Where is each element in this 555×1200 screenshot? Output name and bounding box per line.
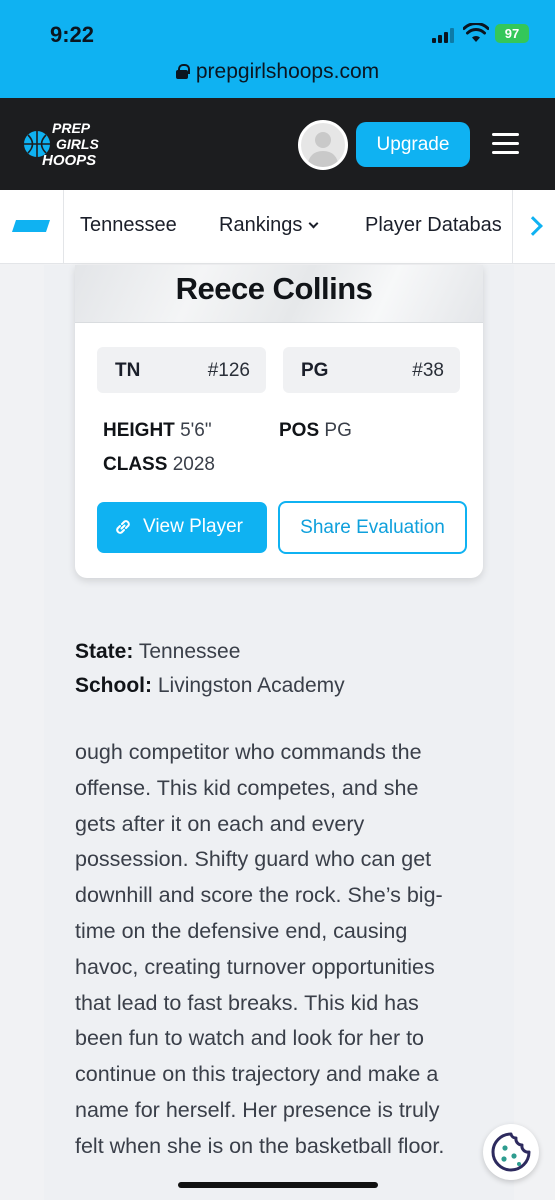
evaluation-line: been fun to watch and look for her to xyxy=(75,1026,425,1051)
pos-label: POS xyxy=(279,420,320,441)
state-value: Tennessee xyxy=(138,640,241,663)
cookie-icon xyxy=(491,1132,531,1172)
nav-scroll-right-icon[interactable] xyxy=(512,190,555,263)
school-label: School: xyxy=(75,674,152,697)
section-nav: Tennessee Rankings Player Databas xyxy=(0,190,555,264)
evaluation-line: gets after it on each and every xyxy=(75,811,365,836)
user-avatar[interactable] xyxy=(298,120,348,170)
school-value: Livingston Academy xyxy=(157,674,345,697)
nav-item-rankings-label: Rankings xyxy=(219,214,303,236)
prep-girls-hoops-logo[interactable]: PREP GIRLS HOOPS xyxy=(22,118,110,170)
class-label: CLASS xyxy=(103,454,168,475)
status-time: 9:22 xyxy=(50,22,95,47)
state-rank-value: #126 xyxy=(207,360,250,381)
height-label: HEIGHT xyxy=(103,420,175,441)
address-bar[interactable]: prepgirlshoops.com xyxy=(0,60,555,84)
evaluation-line: havoc, creating turnover opportunities xyxy=(75,954,435,979)
menu-icon[interactable] xyxy=(492,133,519,155)
evaluation-text: ough competitor who commands the offense… xyxy=(75,735,475,1165)
link-icon xyxy=(116,520,130,534)
browser-top-bar: 9:22 97 prepgirlshoops.com xyxy=(0,0,555,98)
battery-icon: 97 xyxy=(495,24,529,43)
state-row: State: Tennessee xyxy=(75,640,240,664)
evaluation-line: name for herself. Her presence is truly xyxy=(75,1097,440,1122)
height-value: 5'6" xyxy=(180,420,212,441)
cookie-settings-button[interactable] xyxy=(483,1124,539,1180)
wifi-icon xyxy=(463,23,489,42)
lock-icon xyxy=(175,64,190,79)
state-rank-badge: TN #126 xyxy=(97,347,266,393)
evaluation-line: time on the defensive end, causing xyxy=(75,918,408,943)
class-value: 2028 xyxy=(172,454,215,475)
pos-value: PG xyxy=(324,420,352,441)
state-rank-label: TN xyxy=(115,360,141,381)
position-rank-value: #38 xyxy=(412,360,444,381)
view-player-label: View Player xyxy=(143,516,243,537)
player-card: Reece Collins TN #126 PG #38 HEIGHT 5'6"… xyxy=(75,265,483,578)
svg-text:PREP: PREP xyxy=(52,120,91,136)
upgrade-button[interactable]: Upgrade xyxy=(356,122,470,167)
home-indicator xyxy=(178,1182,378,1188)
chevron-down-icon xyxy=(308,218,319,229)
url-text: prepgirlshoops.com xyxy=(195,60,380,83)
class-info: CLASS 2028 xyxy=(103,454,215,476)
nav-item-tennessee[interactable]: Tennessee xyxy=(80,214,177,237)
evaluation-line: ough competitor who commands the xyxy=(75,740,422,764)
nav-divider xyxy=(63,190,64,263)
evaluation-line: downhill and score the rock. She’s big- xyxy=(75,883,443,908)
cellular-signal-icon xyxy=(432,27,454,43)
evaluation-line: offense. This kid competes, and she xyxy=(75,775,419,800)
school-row: School: Livingston Academy xyxy=(75,674,345,698)
height-info: HEIGHT 5'6" xyxy=(103,420,212,442)
site-header: PREP GIRLS HOOPS xyxy=(0,98,555,190)
position-info: POS PG xyxy=(279,420,352,442)
nav-item-player-database[interactable]: Player Databas xyxy=(365,214,502,237)
svg-text:HOOPS: HOOPS xyxy=(42,152,96,169)
evaluation-line: that lead to fast breaks. This kid has xyxy=(75,990,419,1015)
evaluation-line: possession. Shifty guard who can get xyxy=(75,847,432,872)
evaluation-line: felt when she is on the basketball floor… xyxy=(75,1133,445,1158)
share-evaluation-button[interactable]: Share Evaluation xyxy=(278,501,467,554)
position-rank-label: PG xyxy=(301,360,329,381)
evaluation-line: continue on this trajectory and make a xyxy=(75,1062,439,1087)
view-player-button[interactable]: View Player xyxy=(97,502,267,553)
user-silhouette-icon xyxy=(307,132,339,167)
tennessee-state-icon[interactable] xyxy=(12,220,50,232)
player-name: Reece Collins xyxy=(175,271,373,306)
position-rank-badge: PG #38 xyxy=(283,347,460,393)
player-card-header: Reece Collins xyxy=(75,265,483,323)
svg-text:GIRLS: GIRLS xyxy=(56,136,99,152)
state-label: State: xyxy=(75,640,134,663)
nav-item-rankings[interactable]: Rankings xyxy=(219,214,319,237)
